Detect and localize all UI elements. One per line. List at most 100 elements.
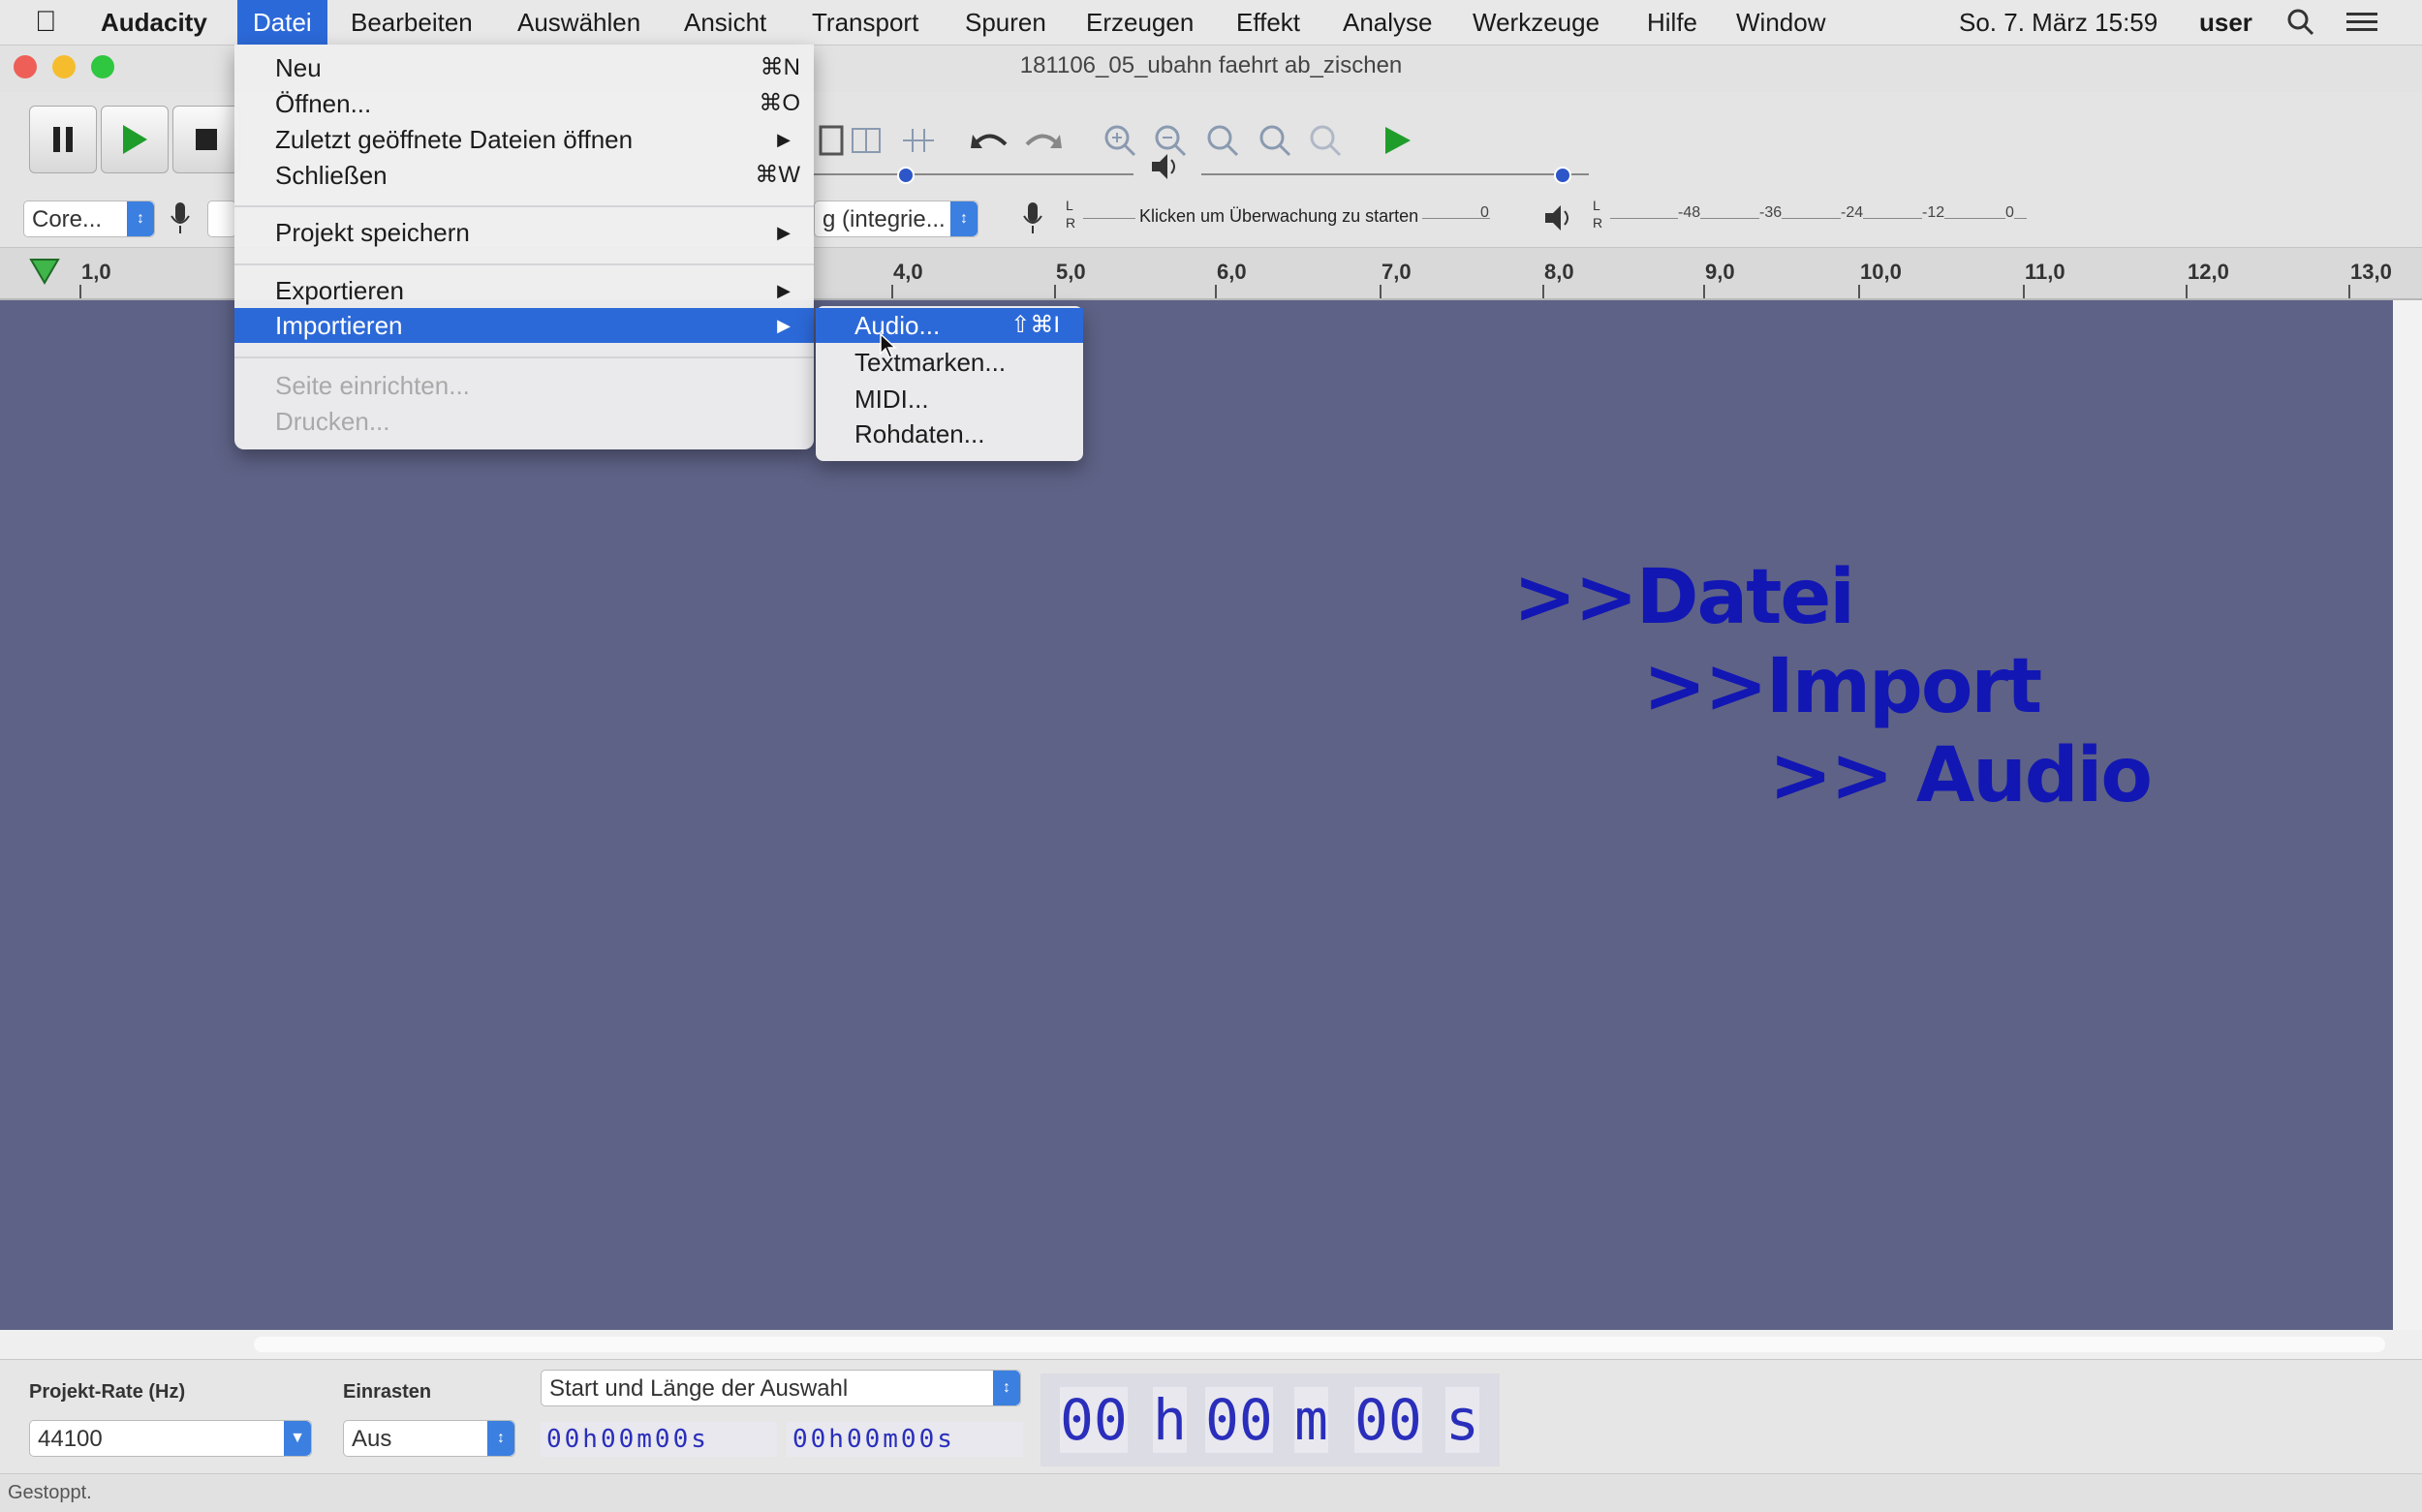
chevron-down-icon: ▼: [284, 1421, 311, 1456]
playback-volume-knob[interactable]: [1554, 167, 1571, 184]
menu-item-oeffnen[interactable]: Öffnen... ⌘O: [234, 86, 814, 121]
ruler-label: 1,0: [81, 260, 111, 284]
audio-position-display[interactable]: 00 h 00 m 00 s: [1040, 1373, 1500, 1466]
trim-audio-icon[interactable]: [845, 119, 887, 162]
spotlight-search-icon[interactable]: [2286, 0, 2315, 45]
playhead-marker-icon[interactable]: [29, 256, 60, 292]
chevron-updown-icon: ↕: [950, 201, 978, 236]
file-menu-dropdown: Neu ⌘N Öffnen... ⌘O Zuletzt geöffnete Da…: [234, 45, 814, 449]
menu-spuren[interactable]: Spuren: [965, 0, 1046, 45]
audio-host-select[interactable]: Core... ↕: [23, 201, 155, 237]
ruler-label: 9,0: [1705, 260, 1735, 284]
app-menu[interactable]: Audacity: [101, 0, 207, 45]
ruler-tick: [1215, 285, 1217, 298]
play-button[interactable]: [101, 106, 169, 173]
menubar-user[interactable]: user: [2199, 0, 2252, 45]
menu-separator: [234, 205, 814, 207]
ruler-label: 7,0: [1382, 260, 1412, 284]
menu-datei[interactable]: Datei: [237, 0, 327, 45]
fit-selection-icon[interactable]: [1201, 119, 1244, 162]
ruler-label: 10,0: [1860, 260, 1902, 284]
redo-icon[interactable]: [1021, 119, 1064, 162]
playback-meter-icon[interactable]: [1537, 197, 1579, 239]
snap-label: Einrasten: [343, 1381, 432, 1403]
selection-mode-select[interactable]: Start und Länge der Auswahl ↕: [541, 1370, 1021, 1406]
vertical-scrollbar[interactable]: [2393, 300, 2422, 1330]
menu-werkzeuge[interactable]: Werkzeuge: [1473, 0, 1599, 45]
ruler-label: 6,0: [1217, 260, 1247, 284]
submenu-item-rohdaten[interactable]: Rohdaten...: [816, 417, 1083, 451]
recording-channels-select[interactable]: g (integrie... ↕: [814, 201, 978, 237]
recording-device-select[interactable]: [207, 201, 236, 237]
menu-window[interactable]: Window: [1736, 0, 1825, 45]
menu-item-label: Audio...: [854, 311, 941, 340]
submenu-arrow-icon: ▶: [777, 281, 791, 300]
menubar-clock[interactable]: So. 7. März 15:59: [1959, 0, 2158, 45]
menu-bar:  Audacity Datei Bearbeiten Auswählen An…: [0, 0, 2422, 46]
ruler-label: 11,0: [2025, 260, 2065, 284]
meter-tick: -48: [1678, 204, 1701, 222]
menu-hilfe[interactable]: Hilfe: [1647, 0, 1697, 45]
undo-icon[interactable]: [969, 119, 1011, 162]
record-meter-hint[interactable]: Klicken um Überwachung zu starten: [1135, 206, 1423, 227]
menu-auswaehlen[interactable]: Auswählen: [517, 0, 640, 45]
meter-tick: -12: [1922, 204, 1945, 222]
submenu-arrow-icon: ▶: [777, 316, 791, 335]
menu-item-schliessen[interactable]: Schließen ⌘W: [234, 158, 814, 193]
menu-item-zuletzt-geoeffnet[interactable]: Zuletzt geöffnete Dateien öffnen ▶: [234, 122, 814, 157]
horizontal-scrollbar-thumb[interactable]: [254, 1337, 2385, 1352]
menu-effekt[interactable]: Effekt: [1236, 0, 1300, 45]
zoom-in-icon[interactable]: [1099, 119, 1141, 162]
menu-bearbeiten[interactable]: Bearbeiten: [351, 0, 473, 45]
recording-volume-slider[interactable]: [814, 173, 1133, 175]
menu-item-shortcut: ⇧⌘I: [1010, 312, 1060, 338]
playback-volume-slider[interactable]: [1201, 173, 1589, 175]
fit-project-icon[interactable]: [1254, 119, 1296, 162]
selection-mode-value: Start und Länge der Auswahl: [549, 1375, 849, 1402]
project-rate-select[interactable]: 44100 ▼: [29, 1420, 312, 1457]
pause-button[interactable]: [29, 106, 97, 173]
menu-analyse[interactable]: Analyse: [1343, 0, 1433, 45]
recording-volume-knob[interactable]: [897, 167, 915, 184]
menu-item-projekt-speichern[interactable]: Projekt speichern ▶: [234, 215, 814, 250]
menu-ansicht[interactable]: Ansicht: [684, 0, 766, 45]
play-at-speed-icon[interactable]: [1376, 119, 1418, 162]
menu-erzeugen[interactable]: Erzeugen: [1086, 0, 1194, 45]
ruler-tick: [2348, 285, 2350, 298]
lr-channel-label: LR: [1066, 198, 1076, 231]
silence-audio-icon[interactable]: [897, 119, 940, 162]
playback-meter-track[interactable]: [1610, 218, 2027, 219]
record-meter-zero: 0: [1480, 204, 1489, 221]
audio-position-s-unit: s: [1445, 1387, 1479, 1453]
submenu-item-textmarken[interactable]: Textmarken...: [816, 345, 1083, 380]
menu-item-label: Textmarken...: [854, 348, 1007, 377]
submenu-item-midi[interactable]: MIDI...: [816, 382, 1083, 417]
menu-item-label: Drucken...: [275, 407, 390, 436]
menu-transport[interactable]: Transport: [812, 0, 918, 45]
menu-item-importieren[interactable]: Importieren ▶: [234, 308, 814, 343]
ruler-label: 12,0: [2188, 260, 2229, 284]
selection-length-time[interactable]: 00h00m00s: [787, 1422, 1023, 1457]
annotation-line-1: >>Datei: [1513, 554, 1855, 641]
ruler-tick: [2023, 285, 2025, 298]
selection-toolbar: Projekt-Rate (Hz) 44100 ▼ Einrasten Aus …: [0, 1359, 2422, 1474]
submenu-item-audio[interactable]: Audio... ⇧⌘I: [816, 308, 1083, 343]
record-meter-icon[interactable]: [1011, 197, 1054, 239]
stop-button[interactable]: [172, 106, 240, 173]
microphone-icon: [159, 197, 202, 239]
menu-item-label: Neu: [275, 53, 322, 82]
mouse-cursor-icon: [880, 332, 897, 363]
apple-icon[interactable]: : [35, 0, 57, 45]
menu-item-neu[interactable]: Neu ⌘N: [234, 50, 814, 85]
notification-center-icon[interactable]: [2344, 0, 2379, 45]
menu-item-label: MIDI...: [854, 385, 929, 414]
status-text: Gestoppt.: [8, 1482, 92, 1503]
snap-select[interactable]: Aus ↕: [343, 1420, 515, 1457]
menu-item-label: Importieren: [275, 311, 403, 340]
menu-item-exportieren[interactable]: Exportieren ▶: [234, 273, 814, 308]
zoom-toggle-icon[interactable]: [1304, 119, 1347, 162]
meter-tick: -36: [1759, 204, 1783, 222]
audio-position-h-unit: h: [1153, 1387, 1187, 1453]
selection-start-time[interactable]: 00h00m00s: [541, 1422, 777, 1457]
menu-item-shortcut: ⌘N: [760, 54, 800, 80]
